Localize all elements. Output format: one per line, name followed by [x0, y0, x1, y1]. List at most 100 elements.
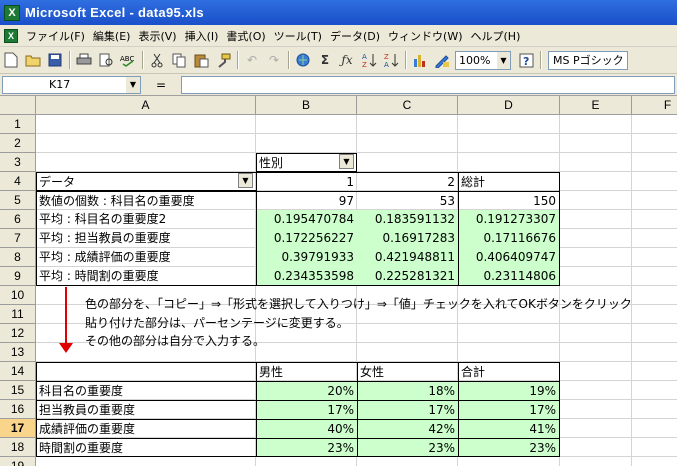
- formula-input[interactable]: [181, 75, 675, 94]
- row-header-15[interactable]: 15: [0, 381, 36, 400]
- pivot-data-header[interactable]: データ: [36, 172, 256, 191]
- summary-value-cell[interactable]: 23%: [458, 438, 560, 457]
- pivot-col-1[interactable]: 1: [256, 172, 357, 191]
- pivot-row-label[interactable]: 数値の個数 : 科目名の重要度: [36, 191, 256, 210]
- pivot-value-cell[interactable]: 0.183591132: [357, 210, 458, 229]
- sort-descending-icon[interactable]: ZA: [380, 49, 402, 71]
- pivot-value-cell[interactable]: 0.225281321: [357, 267, 458, 286]
- summary-row-label[interactable]: 成績評価の重要度: [36, 419, 256, 438]
- function-icon[interactable]: ƒx: [336, 49, 358, 71]
- summary-row-label[interactable]: 担当教員の重要度: [36, 400, 256, 419]
- row-header-3[interactable]: 3: [0, 153, 36, 172]
- print-icon[interactable]: [73, 49, 95, 71]
- spelling-icon[interactable]: ABC: [117, 49, 139, 71]
- row-header-18[interactable]: 18: [0, 438, 36, 457]
- copy-icon[interactable]: [168, 49, 190, 71]
- column-header-a[interactable]: A: [36, 96, 256, 115]
- row-header-13[interactable]: 13: [0, 343, 36, 362]
- chevron-down-icon[interactable]: ▼: [126, 76, 140, 93]
- undo-icon[interactable]: ↶: [241, 49, 263, 71]
- row-header-19[interactable]: 19: [0, 457, 36, 466]
- row-header-17[interactable]: 17: [0, 419, 36, 438]
- format-painter-icon[interactable]: [212, 49, 234, 71]
- autosum-icon[interactable]: Σ: [314, 49, 336, 71]
- row-header-6[interactable]: 6: [0, 210, 36, 229]
- column-header-b[interactable]: B: [256, 96, 357, 115]
- chevron-down-icon[interactable]: ▼: [497, 51, 510, 69]
- chevron-down-icon[interactable]: ▼: [238, 173, 253, 188]
- open-icon[interactable]: [22, 49, 44, 71]
- select-all-corner[interactable]: [0, 96, 36, 115]
- row-header-16[interactable]: 16: [0, 400, 36, 419]
- save-icon[interactable]: [44, 49, 66, 71]
- summary-row-label[interactable]: 科目名の重要度: [36, 381, 256, 400]
- row-header-12[interactable]: 12: [0, 324, 36, 343]
- menu-insert[interactable]: 挿入(I): [181, 28, 223, 44]
- new-icon[interactable]: [0, 49, 22, 71]
- row-header-4[interactable]: 4: [0, 172, 36, 191]
- menu-view[interactable]: 表示(V): [134, 28, 180, 44]
- pivot-col-2[interactable]: 2: [357, 172, 458, 191]
- summary-value-cell[interactable]: 17%: [458, 400, 560, 419]
- pivot-row-label[interactable]: 平均 : 科目名の重要度2: [36, 210, 256, 229]
- pivot-value-cell[interactable]: 0.234353598: [256, 267, 357, 286]
- pivot-row-label[interactable]: 平均 : 担当教員の重要度: [36, 229, 256, 248]
- summary-value-cell[interactable]: 18%: [357, 381, 458, 400]
- menu-format[interactable]: 書式(O): [222, 28, 269, 44]
- row-header-11[interactable]: 11: [0, 305, 36, 324]
- summary-corner-cell[interactable]: [36, 362, 256, 381]
- row-header-2[interactable]: 2: [0, 134, 36, 153]
- menu-data[interactable]: データ(D): [326, 28, 384, 44]
- cut-icon[interactable]: [146, 49, 168, 71]
- pivot-value-cell[interactable]: 0.195470784: [256, 210, 357, 229]
- summary-value-cell[interactable]: 41%: [458, 419, 560, 438]
- zoom-select[interactable]: 100% ▼: [455, 50, 511, 70]
- column-header-c[interactable]: C: [357, 96, 458, 115]
- row-header-9[interactable]: 9: [0, 267, 36, 286]
- pivot-value-cell[interactable]: 0.16917283: [357, 229, 458, 248]
- hyperlink-icon[interactable]: [292, 49, 314, 71]
- summary-header-male[interactable]: 男性: [256, 362, 357, 381]
- pivot-value-cell[interactable]: 0.17116676: [458, 229, 560, 248]
- pivot-row-label[interactable]: 平均 : 成績評価の重要度: [36, 248, 256, 267]
- sort-ascending-icon[interactable]: AZ: [358, 49, 380, 71]
- summary-row-label[interactable]: 時間割の重要度: [36, 438, 256, 457]
- pivot-value-cell[interactable]: 53: [357, 191, 458, 210]
- font-name-select[interactable]: MS Pゴシック: [548, 50, 628, 70]
- row-header-7[interactable]: 7: [0, 229, 36, 248]
- pivot-value-cell[interactable]: 97: [256, 191, 357, 210]
- summary-value-cell[interactable]: 20%: [256, 381, 357, 400]
- row-header-8[interactable]: 8: [0, 248, 36, 267]
- menu-tools[interactable]: ツール(T): [270, 28, 326, 44]
- menu-file[interactable]: ファイル(F): [22, 28, 89, 44]
- workbook-icon[interactable]: X: [4, 28, 18, 43]
- print-preview-icon[interactable]: [95, 49, 117, 71]
- chevron-down-icon[interactable]: ▼: [339, 154, 354, 169]
- formula-equals[interactable]: =: [141, 78, 181, 92]
- pivot-row-label[interactable]: 平均 : 時間割の重要度: [36, 267, 256, 286]
- pivot-value-cell[interactable]: 0.421948811: [357, 248, 458, 267]
- name-box[interactable]: K17 ▼: [2, 75, 141, 94]
- summary-value-cell[interactable]: 23%: [256, 438, 357, 457]
- pivot-value-cell[interactable]: 0.23114806: [458, 267, 560, 286]
- row-header-5[interactable]: 5: [0, 191, 36, 210]
- redo-icon[interactable]: ↷: [263, 49, 285, 71]
- pivot-value-cell[interactable]: 0.191273307: [458, 210, 560, 229]
- column-header-d[interactable]: D: [458, 96, 560, 115]
- pivot-value-cell[interactable]: 0.406409747: [458, 248, 560, 267]
- chart-wizard-icon[interactable]: [409, 49, 431, 71]
- help-icon[interactable]: ?: [515, 49, 537, 71]
- menu-window[interactable]: ウィンドウ(W): [384, 28, 466, 44]
- summary-value-cell[interactable]: 40%: [256, 419, 357, 438]
- menu-help[interactable]: ヘルプ(H): [467, 28, 525, 44]
- column-header-f[interactable]: F: [632, 96, 677, 115]
- pivot-value-cell[interactable]: 0.39791933: [256, 248, 357, 267]
- summary-value-cell[interactable]: 42%: [357, 419, 458, 438]
- menu-edit[interactable]: 編集(E): [89, 28, 135, 44]
- column-header-e[interactable]: E: [560, 96, 632, 115]
- summary-header-total[interactable]: 合計: [458, 362, 560, 381]
- drawing-icon[interactable]: [431, 49, 453, 71]
- pivot-value-cell[interactable]: 0.172256227: [256, 229, 357, 248]
- summary-value-cell[interactable]: 17%: [256, 400, 357, 419]
- row-header-14[interactable]: 14: [0, 362, 36, 381]
